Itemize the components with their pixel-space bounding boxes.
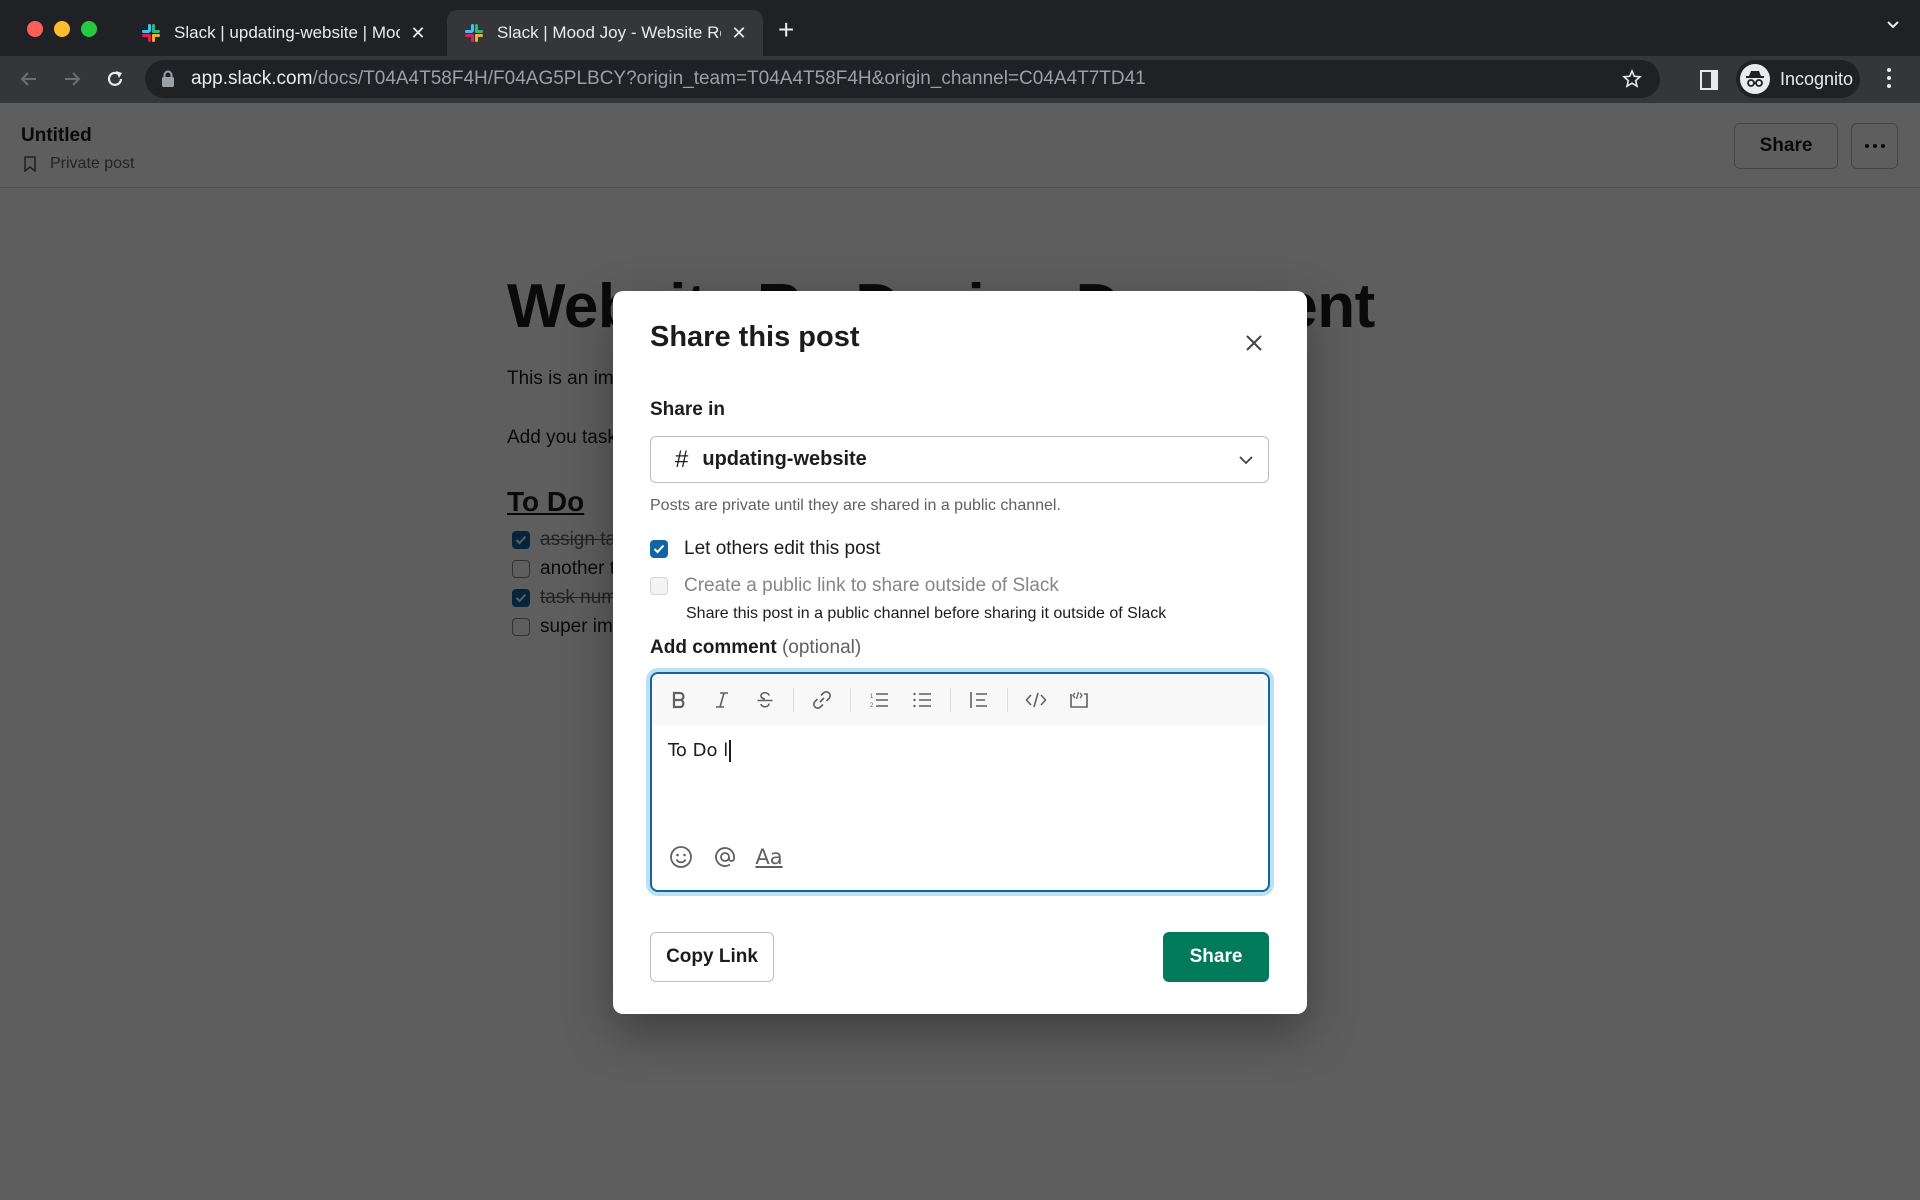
let-others-edit-checkbox[interactable] (650, 540, 668, 558)
optional-tag: (optional) (781, 637, 862, 658)
tab-title: Slack | updating-website | Mood Joy (174, 23, 400, 42)
incognito-profile-button[interactable]: Incognito (1736, 60, 1860, 98)
comment-composer[interactable]: 12 To Do l Aa (650, 672, 1270, 892)
add-comment-label: Add comment (optional) (650, 637, 861, 659)
arrow-left-icon (20, 72, 36, 86)
bulleted-list-button[interactable] (907, 685, 937, 715)
channel-select[interactable]: # updating-website (650, 436, 1269, 483)
window-zoom-button[interactable] (81, 21, 97, 37)
tab-title: Slack | Mood Joy - Website Re-Design Doc… (497, 23, 721, 42)
text-format-button[interactable]: Aa (755, 844, 783, 870)
comment-input[interactable]: To Do l (668, 740, 731, 762)
new-tab-button[interactable]: + (778, 16, 794, 44)
public-link-checkbox[interactable] (650, 577, 668, 595)
reload-icon (107, 71, 123, 86)
at-mention-icon (715, 847, 735, 867)
let-others-edit-option[interactable]: Let others edit this post (650, 538, 880, 560)
bulleted-list-icon (913, 692, 931, 708)
blockquote-icon (970, 692, 987, 708)
check-icon (653, 544, 665, 554)
toolbar-divider (1007, 688, 1008, 712)
link-button[interactable] (807, 685, 837, 715)
text-caret (729, 740, 731, 762)
channel-hash-icon: # (675, 445, 689, 473)
formatting-toolbar: 12 (652, 674, 1268, 726)
copy-link-button[interactable]: Copy Link (650, 932, 774, 982)
slack-logo-icon (142, 24, 160, 42)
browser-toolbar: app.slack.com/docs/T04A4T58F4H/F04AG5PLB… (0, 56, 1920, 103)
let-others-edit-label[interactable]: Let others edit this post (684, 538, 880, 560)
composer-footer: Aa (668, 844, 783, 870)
bold-icon (672, 691, 685, 709)
emoji-icon (670, 846, 692, 868)
arrow-right-icon (65, 72, 81, 86)
chevron-down-icon (1239, 456, 1253, 465)
svg-text:2: 2 (870, 703, 874, 709)
url-host: app.slack.com (191, 68, 313, 89)
back-button[interactable] (16, 66, 42, 92)
close-icon (1246, 335, 1262, 351)
toolbar-divider (850, 688, 851, 712)
bookmark-star-icon[interactable] (1622, 69, 1642, 89)
share-post-modal: Share this post Share in # updating-webs… (613, 291, 1307, 1014)
lock-icon (162, 70, 174, 87)
browser-tab-design-document[interactable]: Slack | Mood Joy - Website Re-Design Doc… (447, 10, 763, 56)
tab-close-icon[interactable]: ✕ (729, 23, 749, 44)
italic-button[interactable] (707, 685, 737, 715)
svg-text:1: 1 (870, 694, 874, 700)
link-icon (813, 691, 831, 709)
ordered-list-icon: 12 (870, 693, 888, 709)
address-bar[interactable]: app.slack.com/docs/T04A4T58F4H/F04AG5PLB… (145, 60, 1660, 98)
share-button[interactable]: Share (1163, 932, 1269, 982)
modal-close-button[interactable] (1242, 331, 1266, 355)
code-icon (1025, 692, 1047, 708)
public-link-option: Create a public link to share outside of… (650, 575, 1059, 597)
code-block-icon (1070, 691, 1088, 708)
channel-name: updating-website (702, 448, 867, 470)
browser-menu-button[interactable] (1884, 68, 1894, 88)
side-panel-icon[interactable] (1700, 70, 1718, 90)
privacy-hint: Posts are private until they are shared … (650, 497, 1061, 514)
modal-title: Share this post (650, 321, 860, 353)
share-in-label: Share in (650, 399, 725, 420)
url-path: /docs/T04A4T58F4H/F04AG5PLBCY?origin_tea… (312, 68, 1146, 89)
reload-button[interactable] (102, 66, 128, 92)
public-link-help: Share this post in a public channel befo… (686, 605, 1167, 622)
blockquote-button[interactable] (964, 685, 994, 715)
forward-button[interactable] (59, 66, 85, 92)
bold-button[interactable] (664, 685, 694, 715)
emoji-button[interactable] (668, 844, 694, 870)
italic-icon (716, 692, 728, 708)
incognito-icon (1740, 64, 1770, 94)
browser-tab-bar: Slack | updating-website | Mood Joy ✕ Sl… (0, 0, 1920, 56)
public-link-label: Create a public link to share outside of… (684, 575, 1059, 596)
text-format-icon: Aa (755, 845, 783, 869)
browser-tab-updating-website[interactable]: Slack | updating-website | Mood Joy ✕ (124, 10, 442, 56)
code-block-button[interactable] (1064, 685, 1094, 715)
strikethrough-icon (757, 691, 773, 708)
tab-close-icon[interactable]: ✕ (408, 23, 428, 44)
mention-button[interactable] (712, 844, 738, 870)
window-close-button[interactable] (27, 21, 43, 37)
incognito-label: Incognito (1780, 68, 1854, 89)
toolbar-divider (793, 688, 794, 712)
tab-search-chevron-icon[interactable] (1886, 20, 1900, 30)
comment-text: To Do l (668, 740, 729, 761)
toolbar-divider (950, 688, 951, 712)
ordered-list-button[interactable]: 12 (864, 685, 894, 715)
window-minimize-button[interactable] (54, 21, 70, 37)
strikethrough-button[interactable] (750, 685, 780, 715)
code-button[interactable] (1021, 685, 1051, 715)
slack-logo-icon (465, 24, 483, 42)
add-comment-title: Add comment (650, 637, 777, 658)
